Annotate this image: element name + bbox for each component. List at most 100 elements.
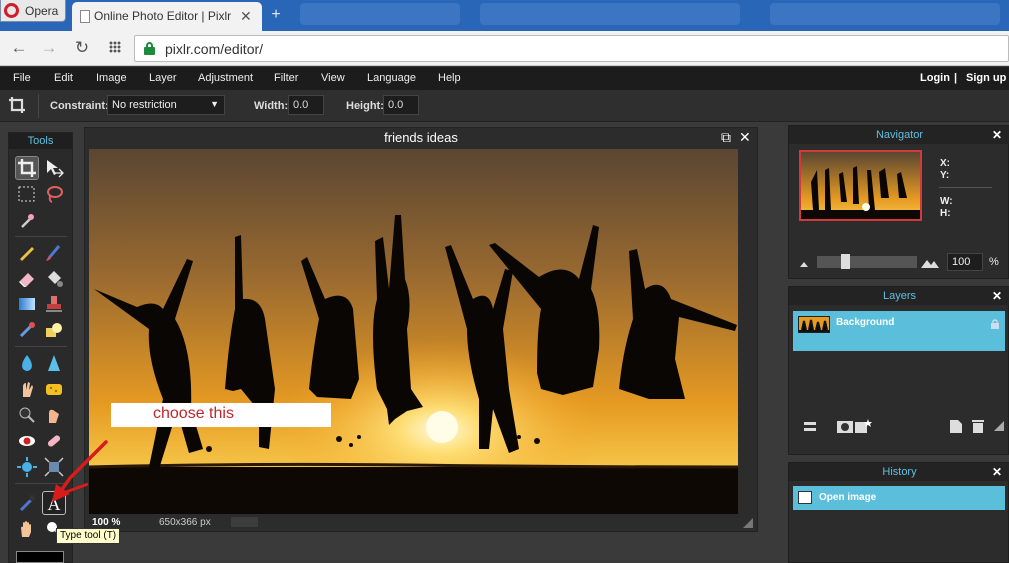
browser-tab-active[interactable]: Online Photo Editor | Pixlr ✕ bbox=[72, 2, 262, 31]
app-menubar: File Edit Image Layer Adjustment Filter … bbox=[0, 67, 1009, 90]
navigator-title: Navigator bbox=[789, 126, 1009, 144]
paint-bucket-tool[interactable] bbox=[43, 267, 65, 289]
height-label: Height: bbox=[346, 100, 384, 112]
menu-language[interactable]: Language bbox=[367, 72, 416, 84]
tool-options-bar: Constraint: No restriction ▼ Width: 0.0 … bbox=[0, 90, 1009, 122]
menu-help[interactable]: Help bbox=[438, 72, 461, 84]
blur-tool[interactable] bbox=[16, 352, 38, 374]
new-layer-icon[interactable] bbox=[949, 419, 963, 434]
move-tool[interactable] bbox=[43, 157, 65, 179]
navigator-panel: Navigator ✕ X: Y: W: H: 100 % bbox=[788, 125, 1009, 279]
lasso-tool[interactable] bbox=[43, 183, 65, 205]
zoom-in-icon[interactable] bbox=[920, 257, 940, 269]
blurred-tab[interactable] bbox=[770, 3, 1000, 25]
status-zoom: 100 % bbox=[92, 517, 121, 528]
layers-close-icon[interactable]: ✕ bbox=[992, 287, 1002, 305]
resize-grip-icon[interactable] bbox=[742, 517, 754, 529]
sponge-tool[interactable] bbox=[43, 378, 65, 400]
width-label: Width: bbox=[254, 100, 289, 112]
login-link[interactable]: Login bbox=[920, 72, 950, 84]
signup-link[interactable]: Sign up bbox=[966, 72, 1006, 84]
crop-tool[interactable] bbox=[15, 156, 39, 180]
menu-adjustment[interactable]: Adjustment bbox=[198, 72, 253, 84]
canvas-title: friends ideas bbox=[384, 130, 458, 145]
history-item[interactable]: Open image bbox=[793, 486, 1005, 510]
open-image-icon bbox=[798, 491, 812, 504]
bloat-tool[interactable] bbox=[16, 456, 38, 478]
reload-icon[interactable]: ↻ bbox=[72, 38, 92, 58]
auth-separator: | bbox=[954, 72, 958, 84]
forward-arrow-icon[interactable]: → bbox=[39, 38, 59, 58]
blurred-tab[interactable] bbox=[300, 3, 460, 25]
navigator-close-icon[interactable]: ✕ bbox=[992, 126, 1002, 144]
history-item-label: Open image bbox=[819, 492, 877, 503]
brush-tool[interactable] bbox=[43, 241, 65, 263]
eraser-tool[interactable] bbox=[16, 267, 38, 289]
zoom-slider-handle[interactable] bbox=[841, 254, 850, 269]
browser-tabstrip: Opera Online Photo Editor | Pixlr ✕ + bbox=[0, 0, 1009, 31]
sharpen-tool[interactable] bbox=[43, 352, 65, 374]
width-input[interactable]: 0.0 bbox=[288, 95, 324, 115]
status-size: 650x366 px bbox=[159, 517, 211, 528]
address-bar[interactable]: pixlr.com/editor/ bbox=[134, 35, 1009, 62]
gradient-tool[interactable] bbox=[16, 293, 38, 315]
menu-image[interactable]: Image bbox=[96, 72, 127, 84]
back-arrow-icon[interactable]: ← bbox=[9, 38, 29, 58]
maximize-icon[interactable]: ⧉ bbox=[721, 129, 731, 146]
tab-close-icon[interactable]: ✕ bbox=[240, 8, 252, 25]
url-text[interactable]: pixlr.com/editor/ bbox=[165, 41, 263, 57]
annotation-arrow-icon bbox=[52, 440, 108, 502]
browser-toolbar: ← → ↻ pixlr.com/editor/ bbox=[0, 31, 1009, 66]
nav-h-label: H: bbox=[940, 208, 951, 219]
menu-view[interactable]: View bbox=[321, 72, 345, 84]
zoom-out-icon[interactable] bbox=[799, 260, 811, 268]
status-track bbox=[231, 517, 258, 527]
history-close-icon[interactable]: ✕ bbox=[992, 463, 1002, 481]
photo-canvas[interactable] bbox=[89, 149, 738, 514]
color-replace-tool[interactable] bbox=[16, 319, 38, 341]
new-tab-button[interactable]: + bbox=[266, 7, 286, 25]
layer-mask-icon[interactable] bbox=[837, 420, 853, 434]
menu-file[interactable]: File bbox=[13, 72, 31, 84]
apps-grid-icon[interactable] bbox=[109, 41, 121, 53]
layer-row[interactable]: Background bbox=[793, 311, 1005, 351]
hand-tool[interactable] bbox=[16, 518, 38, 540]
height-input[interactable]: 0.0 bbox=[383, 95, 419, 115]
history-title: History bbox=[789, 463, 1009, 481]
expand-icon[interactable] bbox=[993, 420, 1005, 432]
annotation-callout: choose this bbox=[111, 403, 331, 427]
menu-edit[interactable]: Edit bbox=[54, 72, 73, 84]
zoom-slider-track[interactable] bbox=[817, 256, 917, 268]
clone-stamp-tool[interactable] bbox=[43, 293, 65, 315]
delete-layer-icon[interactable] bbox=[971, 418, 985, 434]
burn-tool[interactable] bbox=[43, 404, 65, 426]
lock-icon bbox=[144, 42, 155, 55]
lock-icon bbox=[991, 319, 999, 329]
dodge-tool[interactable] bbox=[16, 404, 38, 426]
zoom-unit: % bbox=[989, 256, 999, 268]
color-picker-tool[interactable] bbox=[16, 492, 38, 514]
marquee-tool[interactable] bbox=[16, 183, 38, 205]
opera-menu-button[interactable]: Opera bbox=[0, 0, 66, 22]
constraint-select[interactable]: No restriction ▼ bbox=[107, 95, 225, 115]
smudge-tool[interactable] bbox=[16, 378, 38, 400]
layer-thumbnail bbox=[798, 316, 830, 333]
pencil-tool[interactable] bbox=[16, 241, 38, 263]
navigator-thumbnail[interactable] bbox=[799, 150, 922, 221]
layer-styles-icon[interactable] bbox=[855, 418, 873, 434]
foreground-color-swatch[interactable] bbox=[16, 551, 64, 563]
drawing-tool[interactable] bbox=[43, 319, 65, 341]
menu-filter[interactable]: Filter bbox=[274, 72, 298, 84]
magic-wand-tool[interactable] bbox=[16, 209, 38, 231]
red-eye-tool[interactable] bbox=[16, 430, 38, 452]
layer-settings-icon[interactable] bbox=[803, 420, 817, 434]
close-icon[interactable]: ✕ bbox=[739, 129, 751, 146]
divider bbox=[38, 94, 39, 118]
constraint-value: No restriction bbox=[112, 99, 177, 111]
nav-y-label: Y: bbox=[940, 170, 950, 181]
tool-separator bbox=[15, 346, 67, 347]
zoom-input[interactable]: 100 bbox=[947, 253, 983, 271]
blurred-tab[interactable] bbox=[480, 3, 740, 25]
annotation-text: choose this bbox=[153, 405, 234, 422]
menu-layer[interactable]: Layer bbox=[149, 72, 177, 84]
